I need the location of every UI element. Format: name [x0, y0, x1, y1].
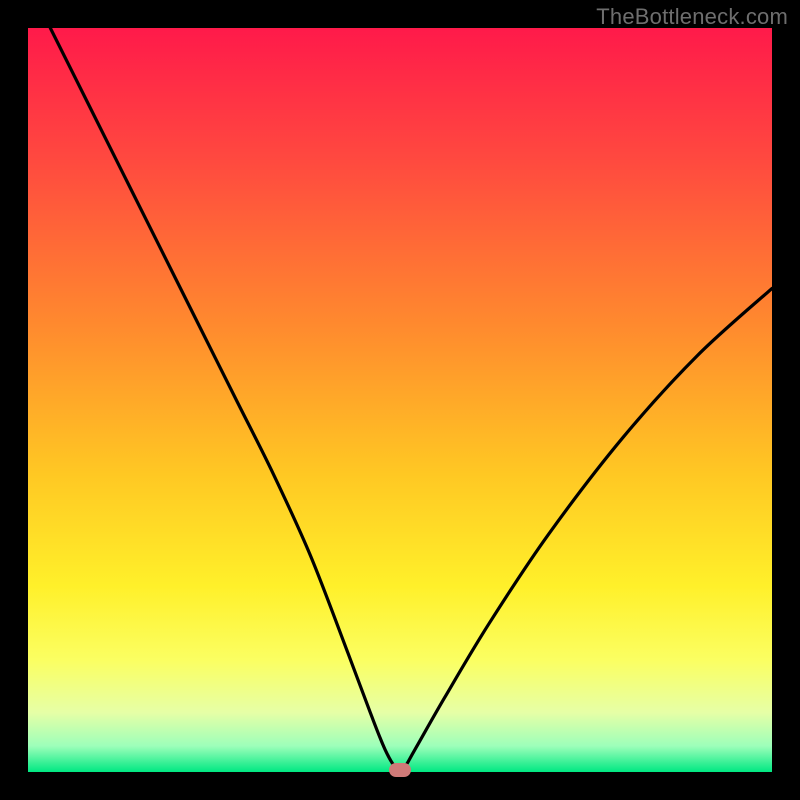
plot-area	[28, 28, 772, 772]
minimum-point-marker	[389, 763, 411, 777]
bottleneck-curve	[28, 28, 772, 772]
watermark-text: TheBottleneck.com	[596, 4, 788, 30]
chart-frame: TheBottleneck.com	[0, 0, 800, 800]
